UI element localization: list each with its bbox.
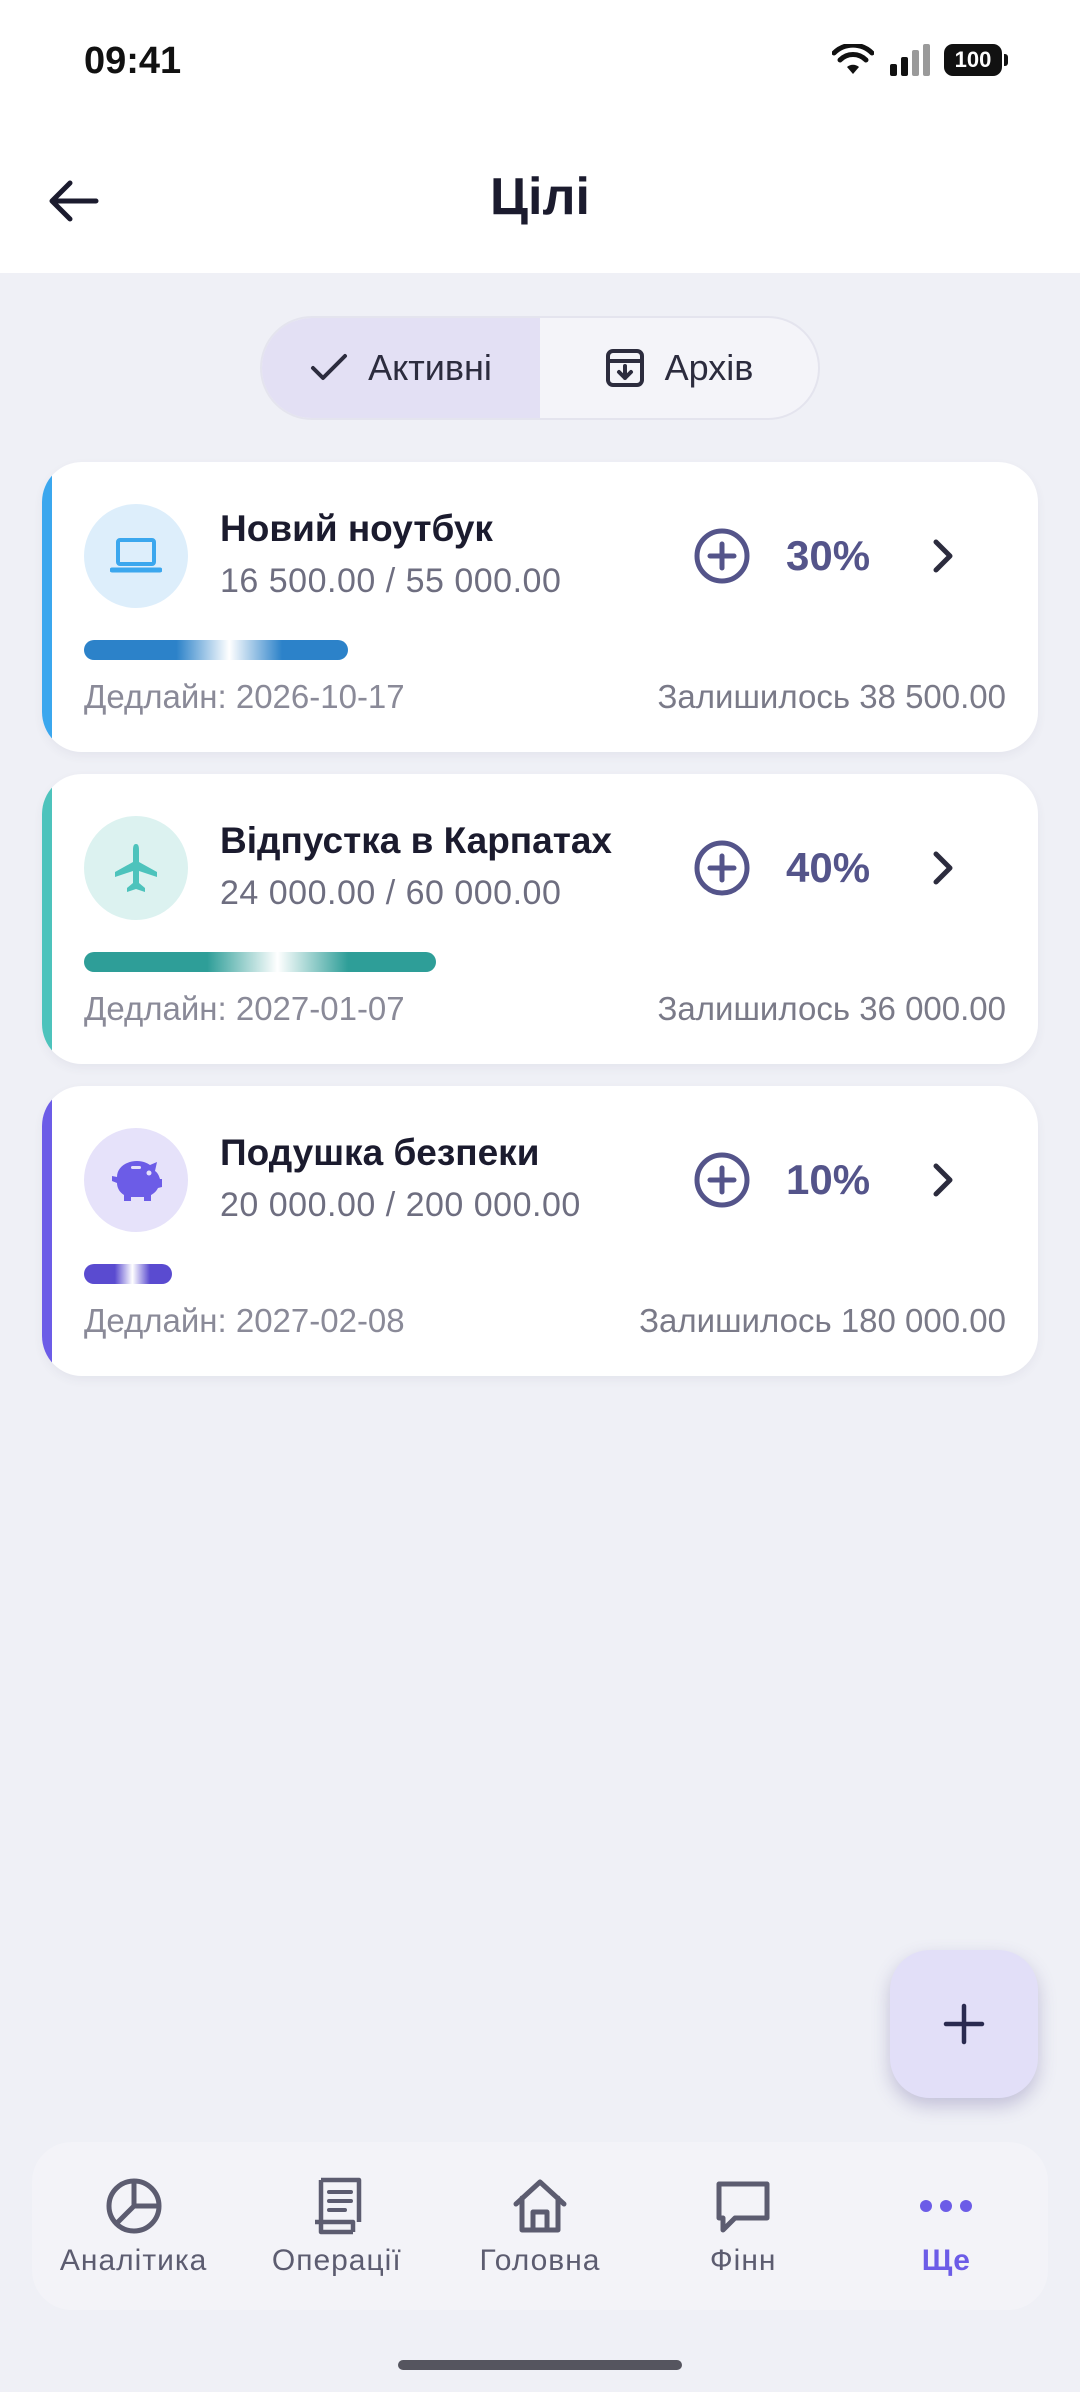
add-contribution-icon[interactable]: [692, 1150, 752, 1210]
home-indicator: [398, 2360, 682, 2370]
goal-icon-circle: [84, 816, 188, 920]
goal-progress-bar: [84, 640, 348, 660]
tab-active-label: Активні: [368, 347, 492, 388]
nav-item-home[interactable]: Головна: [445, 2174, 635, 2278]
goal-amount: 16 500.00 / 55 000.00: [220, 562, 562, 600]
goal-amount: 20 000.00 / 200 000.00: [220, 1186, 581, 1224]
wifi-icon: [832, 44, 874, 74]
goal-deadline: Дедлайн: 2026-10-17: [84, 678, 405, 715]
laptop-icon: [110, 538, 162, 573]
piggy-bank-icon: [112, 1161, 162, 1201]
archive-icon: [605, 349, 644, 387]
add-contribution-icon[interactable]: [692, 838, 752, 898]
goal-card[interactable]: Відпустка в Карпатах 24 000.00 / 60 000.…: [42, 774, 1038, 1064]
goal-name: Подушка безпеки: [220, 1132, 540, 1173]
goal-amount: 24 000.00 / 60 000.00: [220, 874, 562, 912]
chevron-right-icon[interactable]: [922, 536, 962, 576]
bottom-nav: Аналітика Операції Головна Фінн Ще: [32, 2142, 1048, 2310]
goals-tabs: Активні Архів: [260, 316, 820, 420]
chat-icon: [716, 2181, 770, 2233]
goal-progress-bar: [84, 952, 436, 972]
receipt-icon: [314, 2177, 362, 2235]
battery-level: 100: [954, 47, 992, 72]
status-bar: 09:41 100: [0, 0, 1080, 125]
battery-icon: 100: [944, 44, 1008, 76]
nav-label: Фінн: [709, 2244, 777, 2277]
add-contribution-icon[interactable]: [692, 526, 752, 586]
nav-label: Ще: [921, 2244, 971, 2277]
nav-item-operations[interactable]: Операції: [242, 2174, 432, 2278]
nav-item-analytics[interactable]: Аналітика: [39, 2174, 229, 2278]
goal-deadline: Дедлайн: 2027-02-08: [84, 1302, 405, 1339]
goal-deadline: Дедлайн: 2027-01-07: [84, 990, 405, 1027]
nav-item-finn[interactable]: Фінн: [648, 2174, 838, 2278]
pie-chart-icon: [106, 2178, 162, 2234]
goal-name: Новий ноутбук: [220, 508, 493, 549]
goal-remaining: Залишилось 180 000.00: [639, 1302, 1006, 1339]
goal-card[interactable]: Новий ноутбук 16 500.00 / 55 000.00 30% …: [42, 462, 1038, 752]
nav-item-more[interactable]: Ще: [851, 2174, 1041, 2278]
plus-icon: [943, 2003, 985, 2045]
app-header: Цілі: [0, 125, 1080, 273]
goal-icon-circle: [84, 1128, 188, 1232]
goal-percent: 10%: [786, 1156, 871, 1203]
airplane-icon: [115, 844, 157, 892]
goal-name: Відпустка в Карпатах: [220, 820, 613, 861]
goal-accent-stripe: [42, 1086, 52, 1376]
add-goal-button[interactable]: [890, 1950, 1038, 2098]
more-dots-icon: [920, 2200, 973, 2212]
goal-progress-track: [84, 952, 994, 972]
nav-label: Головна: [479, 2244, 601, 2277]
goal-accent-stripe: [42, 462, 52, 752]
page-title: Цілі: [490, 168, 590, 226]
goal-percent: 40%: [786, 844, 871, 891]
goal-accent-stripe: [42, 774, 52, 1064]
goal-percent: 30%: [786, 532, 871, 579]
chevron-right-icon[interactable]: [922, 1160, 962, 1200]
signal-icon: [890, 44, 930, 76]
goal-remaining: Залишилось 38 500.00: [657, 678, 1006, 715]
nav-label: Операції: [271, 2244, 402, 2277]
goal-card[interactable]: Подушка безпеки 20 000.00 / 200 000.00 1…: [42, 1086, 1038, 1376]
chevron-right-icon[interactable]: [922, 848, 962, 888]
tab-archive-label: Архів: [664, 347, 754, 388]
goal-progress-bar: [84, 1264, 172, 1284]
goal-icon-circle: [84, 504, 188, 608]
tab-archive[interactable]: Архів: [540, 318, 818, 418]
goal-remaining: Залишилось 36 000.00: [657, 990, 1006, 1027]
goal-progress-track: [84, 1264, 994, 1284]
status-icons: 100: [832, 44, 1008, 76]
goal-progress-track: [84, 640, 994, 660]
status-time: 09:41: [84, 40, 182, 82]
tab-active[interactable]: Активні: [262, 318, 540, 418]
check-icon: [311, 354, 348, 380]
nav-label: Аналітика: [59, 2244, 208, 2277]
home-icon: [513, 2179, 567, 2233]
